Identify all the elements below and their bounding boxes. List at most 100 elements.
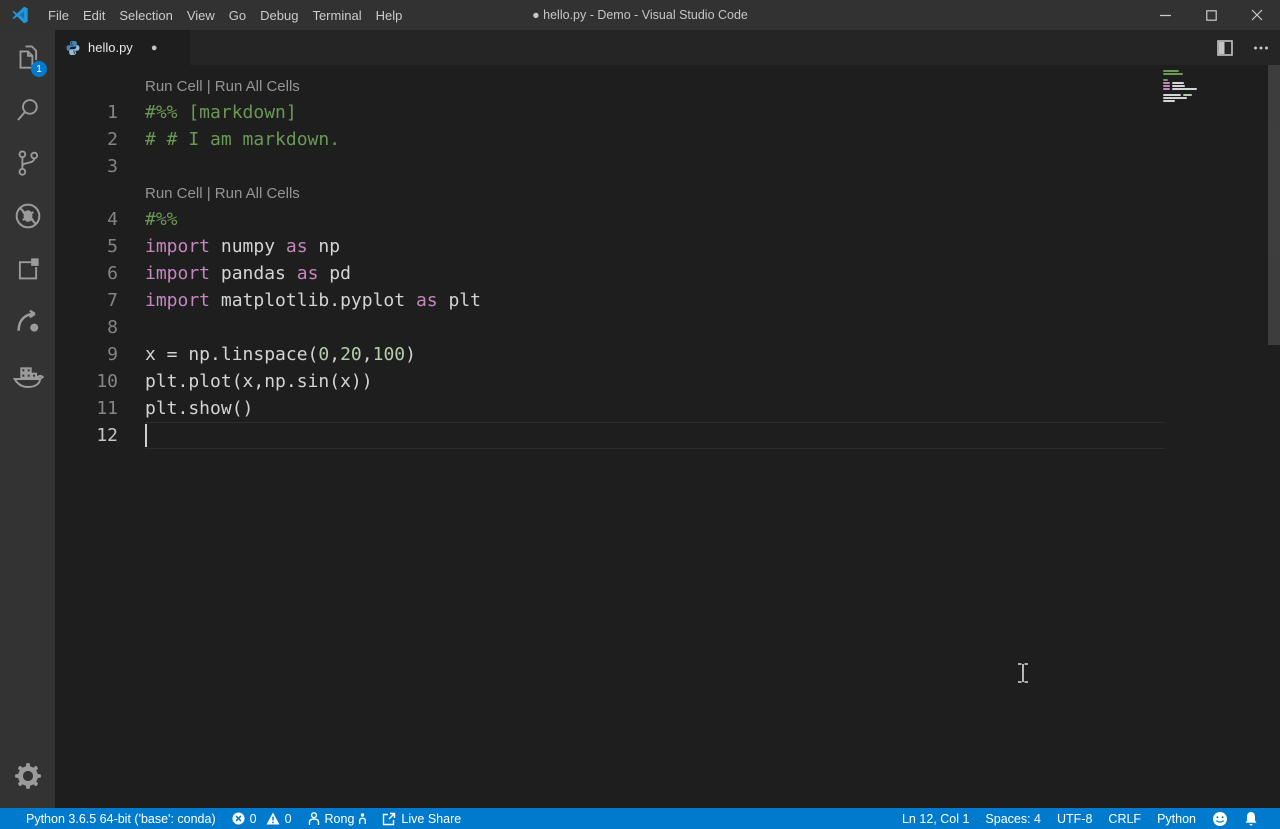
menu-file[interactable]: File bbox=[41, 0, 76, 30]
menu-terminal[interactable]: Terminal bbox=[305, 0, 368, 30]
status-cursor-position[interactable]: Ln 12, Col 1 bbox=[894, 808, 977, 829]
status-language-mode[interactable]: Python bbox=[1149, 808, 1204, 829]
code-line-12[interactable]: 12 bbox=[55, 422, 1280, 449]
status-indentation[interactable]: Spaces: 4 bbox=[977, 808, 1049, 829]
maximize-button[interactable] bbox=[1188, 0, 1234, 30]
line-number: 3 bbox=[55, 156, 118, 177]
code-line-9[interactable]: 9 x = np.linspace(0,20,100) bbox=[55, 341, 1280, 368]
code-line-5[interactable]: 5import numpy as np bbox=[55, 233, 1280, 260]
code-line-8[interactable]: 8 bbox=[55, 314, 1280, 341]
line-number: 4 bbox=[55, 209, 118, 230]
git-branch-icon bbox=[13, 148, 43, 178]
run-all-cells-link[interactable]: Run All Cells bbox=[215, 78, 300, 95]
activity-bar-live-share[interactable] bbox=[0, 295, 55, 348]
code-editor[interactable]: Run Cell | Run All Cells1#%% [markdown]2… bbox=[55, 65, 1280, 808]
settings-gear-icon[interactable] bbox=[0, 758, 55, 794]
menu-debug[interactable]: Debug bbox=[253, 0, 305, 30]
search-icon bbox=[13, 95, 43, 125]
current-line-highlight bbox=[145, 422, 1165, 449]
line-content: # # I am markdown. bbox=[145, 129, 340, 150]
activity-bar-explorer[interactable]: 1 bbox=[0, 30, 55, 83]
line-number: 8 bbox=[55, 317, 118, 338]
close-button[interactable] bbox=[1234, 0, 1280, 30]
editor-group: hello.py ● Run Cell | Run All Cells bbox=[55, 30, 1280, 808]
status-python-interpreter[interactable]: Python 3.6.5 64-bit ('base': conda) bbox=[18, 808, 224, 829]
menu-help[interactable]: Help bbox=[369, 0, 410, 30]
line-number: 9 bbox=[55, 344, 118, 365]
collaborator-icon bbox=[359, 813, 366, 825]
line-content: #%% bbox=[145, 209, 178, 230]
status-feedback[interactable] bbox=[1204, 808, 1236, 829]
menu-selection[interactable]: Selection bbox=[112, 0, 179, 30]
line-content: plt.plot(x,np.sin(x)) bbox=[145, 371, 373, 392]
tab-label: hello.py bbox=[88, 40, 133, 55]
smiley-icon bbox=[1212, 811, 1228, 827]
vscode-window: FileEditSelectionViewGoDebugTerminalHelp… bbox=[0, 0, 1280, 829]
code-line-3[interactable]: 3 bbox=[55, 153, 1280, 180]
menu-edit[interactable]: Edit bbox=[76, 0, 112, 30]
line-content: plt.show() bbox=[145, 398, 253, 419]
bell-icon bbox=[1244, 811, 1258, 826]
docker-whale-icon bbox=[12, 359, 44, 391]
activity-bar-docker[interactable] bbox=[0, 348, 55, 401]
line-number: 6 bbox=[55, 263, 118, 284]
minimize-button[interactable] bbox=[1142, 0, 1188, 30]
window-controls bbox=[1142, 0, 1280, 30]
person-icon bbox=[308, 812, 320, 826]
menu-bar: FileEditSelectionViewGoDebugTerminalHelp bbox=[41, 0, 409, 30]
codelens-row: Run Cell | Run All Cells bbox=[55, 180, 1280, 206]
code-line-4[interactable]: 4 #%% bbox=[55, 206, 1280, 233]
line-content: x = np.linspace(0,20,100) bbox=[145, 344, 416, 365]
status-encoding[interactable]: UTF-8 bbox=[1049, 808, 1100, 829]
activity-bar: 1 bbox=[0, 30, 55, 808]
run-cell-link[interactable]: Run Cell bbox=[145, 78, 203, 95]
codelens-row: Run Cell | Run All Cells bbox=[55, 73, 1280, 99]
line-number: 2 bbox=[55, 129, 118, 150]
codelens-separator: | bbox=[203, 78, 215, 95]
status-notifications[interactable] bbox=[1236, 808, 1266, 829]
activity-bar-source-control[interactable] bbox=[0, 136, 55, 189]
status-live-share-user[interactable]: Rong bbox=[300, 808, 375, 829]
activity-bar-debug[interactable] bbox=[0, 189, 55, 242]
more-actions-button[interactable] bbox=[1250, 37, 1272, 59]
python-file-icon bbox=[65, 40, 81, 56]
vertical-scrollbar[interactable] bbox=[1268, 65, 1280, 345]
status-bar: Python 3.6.5 64-bit ('base': conda) 0 0 bbox=[0, 808, 1280, 829]
vscode-logo-icon bbox=[9, 4, 31, 26]
code-line-1[interactable]: 1#%% [markdown] bbox=[55, 99, 1280, 126]
extensions-icon bbox=[13, 254, 43, 284]
share-icon bbox=[382, 812, 396, 826]
status-live-share[interactable]: Live Share bbox=[374, 808, 469, 829]
menu-view[interactable]: View bbox=[180, 0, 222, 30]
line-content: #%% [markdown] bbox=[145, 102, 297, 123]
debug-disabled-icon bbox=[12, 200, 44, 232]
run-all-cells-link[interactable]: Run All Cells bbox=[215, 185, 300, 202]
activity-bar-search[interactable] bbox=[0, 83, 55, 136]
activity-bar-extensions[interactable] bbox=[0, 242, 55, 295]
tab-bar: hello.py ● bbox=[55, 30, 1280, 65]
line-content: import pandas as pd bbox=[145, 263, 351, 284]
warning-icon bbox=[266, 812, 280, 825]
codelens-separator: | bbox=[203, 185, 215, 202]
code-line-7[interactable]: 7import matplotlib.pyplot as plt bbox=[55, 287, 1280, 314]
tab-hello-py[interactable]: hello.py ● bbox=[55, 30, 190, 65]
live-share-icon bbox=[13, 307, 43, 337]
status-eol[interactable]: CRLF bbox=[1100, 808, 1149, 829]
menu-go[interactable]: Go bbox=[222, 0, 253, 30]
split-editor-button[interactable] bbox=[1214, 37, 1236, 59]
line-number: 11 bbox=[55, 398, 118, 419]
line-content: import matplotlib.pyplot as plt bbox=[145, 290, 481, 311]
run-cell-link[interactable]: Run Cell bbox=[145, 185, 203, 202]
code-line-2[interactable]: 2 # # I am markdown. bbox=[55, 126, 1280, 153]
status-problems[interactable]: 0 0 bbox=[224, 808, 300, 829]
code-line-6[interactable]: 6 import pandas as pd bbox=[55, 260, 1280, 287]
modified-indicator-dot[interactable]: ● bbox=[151, 42, 158, 54]
minimap[interactable] bbox=[1163, 70, 1217, 103]
code-line-11[interactable]: 11 plt.show() bbox=[55, 395, 1280, 422]
title-bar: FileEditSelectionViewGoDebugTerminalHelp… bbox=[0, 0, 1280, 30]
line-number: 12 bbox=[55, 425, 118, 446]
code-line-10[interactable]: 10plt.plot(x,np.sin(x)) bbox=[55, 368, 1280, 395]
line-number: 5 bbox=[55, 236, 118, 257]
error-icon bbox=[232, 812, 245, 825]
explorer-badge: 1 bbox=[31, 61, 47, 77]
